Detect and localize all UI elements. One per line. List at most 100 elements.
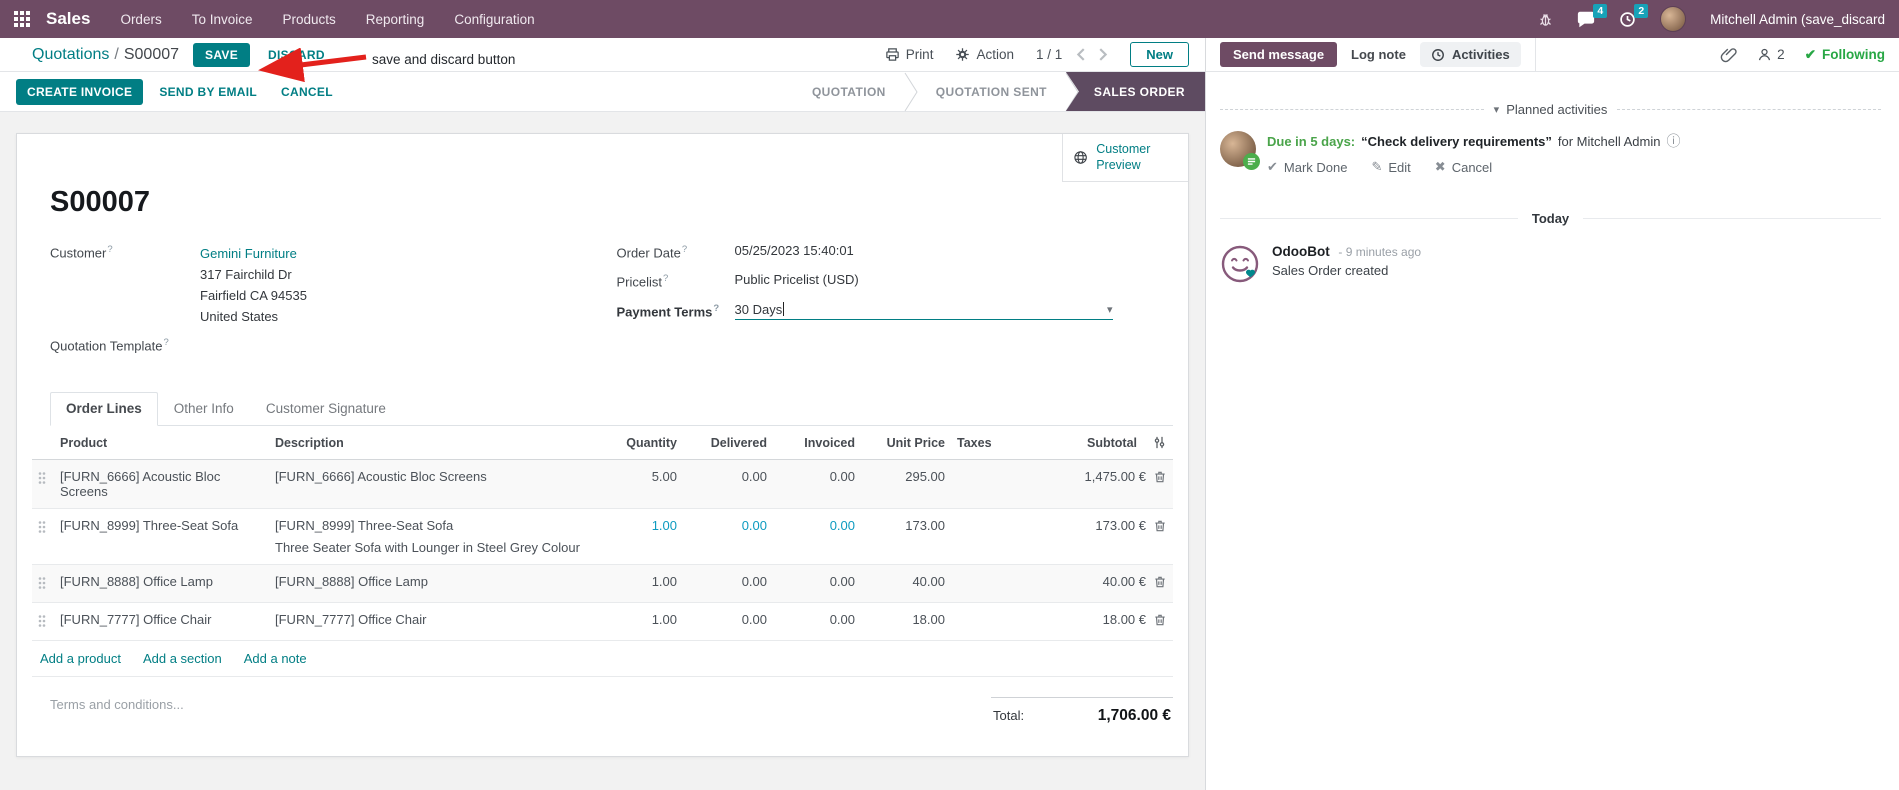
order-line-row[interactable]: [FURN_6666] Acoustic Bloc Screens [FURN_6… <box>32 459 1173 510</box>
cell-invoiced[interactable]: 0.00 <box>773 602 861 642</box>
cell-invoiced[interactable]: 0.00 <box>773 508 861 566</box>
cell-quantity[interactable]: 1.00 <box>603 602 683 642</box>
cell-delivered[interactable]: 0.00 <box>683 564 773 604</box>
info-icon[interactable]: ⓘ <box>1666 131 1680 151</box>
customer-link[interactable]: Gemini Furniture <box>200 243 307 264</box>
send-by-email-button[interactable]: SEND BY EMAIL <box>151 79 265 105</box>
cell-delivered[interactable]: 0.00 <box>683 459 773 510</box>
bug-icon[interactable] <box>1538 12 1553 27</box>
drag-handle-icon[interactable] <box>38 574 46 590</box>
cell-quantity[interactable]: 5.00 <box>603 459 683 510</box>
following-button[interactable]: ✔ Following <box>1805 47 1885 63</box>
cell-quantity[interactable]: 1.00 <box>603 564 683 604</box>
delete-line-icon[interactable] <box>1153 613 1167 627</box>
print-button[interactable]: Print <box>885 47 933 62</box>
order-line-row[interactable]: [FURN_7777] Office Chair [FURN_7777] Offi… <box>32 602 1173 642</box>
discard-button[interactable]: DISCARD <box>260 43 333 67</box>
pager-next-icon[interactable] <box>1099 48 1108 61</box>
delete-line-icon[interactable] <box>1153 575 1167 589</box>
col-description[interactable]: Description <box>269 426 603 461</box>
col-subtotal[interactable]: Subtotal <box>1021 426 1143 461</box>
tab-other-info[interactable]: Other Info <box>158 392 250 425</box>
cell-product[interactable]: [FURN_7777] Office Chair <box>54 602 269 642</box>
cell-taxes[interactable] <box>951 602 1021 642</box>
menu-configuration[interactable]: Configuration <box>454 12 534 27</box>
col-taxes[interactable]: Taxes <box>951 426 1021 461</box>
pager-previous-icon[interactable] <box>1076 48 1085 61</box>
followers-button[interactable]: 2 <box>1757 47 1785 62</box>
cell-taxes[interactable] <box>951 459 1021 510</box>
cell-product[interactable]: [FURN_8888] Office Lamp <box>54 564 269 604</box>
message-author[interactable]: OdooBot <box>1272 244 1330 259</box>
delete-line-icon[interactable] <box>1153 470 1167 484</box>
cell-delivered[interactable]: 0.00 <box>683 508 773 566</box>
app-title[interactable]: Sales <box>46 9 90 29</box>
cell-quantity[interactable]: 1.00 <box>603 508 683 566</box>
cell-taxes[interactable] <box>951 564 1021 604</box>
col-quantity[interactable]: Quantity <box>603 426 683 461</box>
menu-reporting[interactable]: Reporting <box>366 12 425 27</box>
drag-handle-icon[interactable] <box>38 518 46 534</box>
record-title[interactable]: S00007 <box>50 186 1188 219</box>
cancel-activity-button[interactable]: ✖ Cancel <box>1435 159 1492 175</box>
pricelist-value[interactable]: Public Pricelist (USD) <box>735 272 859 289</box>
stage-quotation-sent[interactable]: QUOTATION SENT <box>918 72 1065 111</box>
cell-unit-price[interactable]: 40.00 <box>861 564 951 604</box>
col-invoiced[interactable]: Invoiced <box>773 426 861 461</box>
send-message-button[interactable]: Send message <box>1220 42 1338 67</box>
cell-description[interactable]: [FURN_8888] Office Lamp <box>269 564 603 604</box>
cell-unit-price[interactable]: 295.00 <box>861 459 951 510</box>
terms-and-conditions-placeholder[interactable]: Terms and conditions... <box>50 697 184 725</box>
save-button[interactable]: SAVE <box>193 42 251 67</box>
add-a-product-link[interactable]: Add a product <box>40 651 121 666</box>
attachments-button[interactable] <box>1720 46 1737 63</box>
dropdown-caret-icon[interactable]: ▾ <box>1107 303 1113 316</box>
breadcrumb-quotations[interactable]: Quotations <box>32 46 109 64</box>
menu-orders[interactable]: Orders <box>120 12 161 27</box>
cell-product[interactable]: [FURN_6666] Acoustic Bloc Screens <box>54 459 269 510</box>
action-button[interactable]: Action <box>955 47 1014 62</box>
menu-to-invoice[interactable]: To Invoice <box>192 12 253 27</box>
cell-invoiced[interactable]: 0.00 <box>773 564 861 604</box>
drag-handle-icon[interactable] <box>38 469 46 485</box>
activities-clock-icon[interactable]: 2 <box>1619 3 1649 28</box>
user-name[interactable]: Mitchell Admin (save_discard <box>1710 12 1885 27</box>
tab-order-lines[interactable]: Order Lines <box>50 392 158 427</box>
add-a-section-link[interactable]: Add a section <box>143 651 222 666</box>
planned-activities-toggle[interactable]: ▾ Planned activities <box>1494 102 1608 117</box>
cell-invoiced[interactable]: 0.00 <box>773 459 861 510</box>
cell-delivered[interactable]: 0.00 <box>683 602 773 642</box>
cell-description[interactable]: [FURN_8999] Three-Seat Sofa Three Seater … <box>269 508 603 566</box>
stage-sales-order[interactable]: SALES ORDER <box>1065 72 1205 111</box>
col-unit-price[interactable]: Unit Price <box>861 426 951 461</box>
menu-products[interactable]: Products <box>283 12 336 27</box>
order-date-value[interactable]: 05/25/2023 15:40:01 <box>735 243 854 260</box>
log-note-button[interactable]: Log note <box>1351 47 1406 62</box>
payment-terms-input[interactable]: 30 Days ▾ <box>734 302 1113 320</box>
cell-description[interactable]: [FURN_7777] Office Chair <box>269 602 603 642</box>
cell-unit-price[interactable]: 18.00 <box>861 602 951 642</box>
user-avatar[interactable] <box>1660 6 1687 32</box>
mark-done-button[interactable]: ✔ Mark Done <box>1267 159 1347 175</box>
cell-unit-price[interactable]: 173.00 <box>861 508 951 566</box>
order-line-row[interactable]: [FURN_8888] Office Lamp [FURN_8888] Offic… <box>32 564 1173 604</box>
col-product[interactable]: Product <box>54 426 269 461</box>
col-delivered[interactable]: Delivered <box>683 426 773 461</box>
edit-activity-button[interactable]: ✎ Edit <box>1371 159 1410 175</box>
stage-quotation[interactable]: QUOTATION <box>794 72 904 111</box>
cell-description[interactable]: [FURN_6666] Acoustic Bloc Screens <box>269 459 603 510</box>
customer-preview-button[interactable]: Customer Preview <box>1062 134 1188 182</box>
messages-icon[interactable]: 4 <box>1577 3 1608 28</box>
cell-product[interactable]: [FURN_8999] Three-Seat Sofa <box>54 508 269 566</box>
tab-customer-signature[interactable]: Customer Signature <box>250 392 402 425</box>
add-a-note-link[interactable]: Add a note <box>244 651 307 666</box>
drag-handle-icon[interactable] <box>38 612 46 628</box>
optional-columns-icon[interactable] <box>1143 426 1173 461</box>
create-invoice-button[interactable]: CREATE INVOICE <box>16 78 144 105</box>
order-line-row[interactable]: [FURN_8999] Three-Seat Sofa [FURN_8999] T… <box>32 508 1173 566</box>
apps-grid-icon[interactable] <box>14 11 30 27</box>
new-button[interactable]: New <box>1130 42 1189 67</box>
activities-button[interactable]: Activities <box>1419 42 1521 67</box>
cell-taxes[interactable] <box>951 508 1021 566</box>
cancel-button[interactable]: CANCEL <box>273 79 341 105</box>
